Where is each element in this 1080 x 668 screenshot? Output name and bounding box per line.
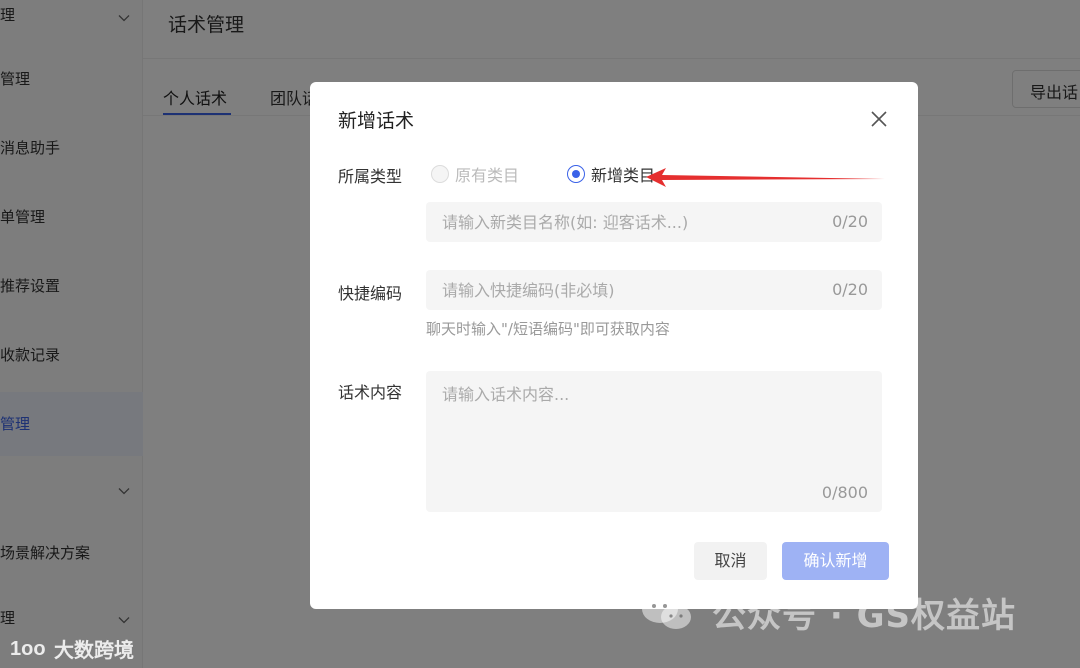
watermark: 公众号 · GS权益站 [640, 582, 1060, 642]
category-char-counter: 0/20 [832, 212, 868, 231]
radio-existing-label: 原有类目 [455, 166, 520, 185]
content-label: 话术内容 [338, 383, 403, 402]
shortcut-code-field: 0/20 [426, 270, 882, 310]
radio-unchecked-icon [431, 165, 449, 183]
code-hint: 聊天时输入"/短语编码"即可获取内容 [426, 320, 670, 338]
watermark-text: 公众号 · GS权益站 [712, 595, 1016, 636]
radio-existing-category[interactable]: 原有类目 [431, 162, 519, 186]
script-content-field: 0/800 [426, 371, 882, 512]
shortcut-code-input[interactable] [426, 270, 806, 310]
brand-logo-icon: 1oo [10, 638, 46, 660]
brand-text: 大数跨境 [54, 637, 134, 662]
category-name-input[interactable] [426, 202, 806, 242]
radio-checked-icon [567, 165, 585, 183]
annotation-arrow-icon [646, 168, 885, 187]
cancel-button[interactable]: 取消 [694, 542, 767, 580]
brand-watermark: 1oo 大数跨境 [8, 634, 134, 662]
type-label: 所属类型 [338, 167, 403, 186]
code-label: 快捷编码 [338, 284, 403, 303]
wechat-icon [642, 595, 691, 629]
script-content-textarea[interactable] [426, 371, 882, 481]
content-char-counter: 0/800 [821, 483, 868, 502]
svg-text:1oo: 1oo [10, 638, 46, 660]
code-char-counter: 0/20 [832, 280, 868, 299]
category-name-field: 0/20 [426, 202, 882, 242]
close-icon[interactable] [868, 108, 890, 130]
confirm-add-button[interactable]: 确认新增 [782, 542, 889, 580]
dialog-title: 新增话术 [338, 110, 415, 132]
